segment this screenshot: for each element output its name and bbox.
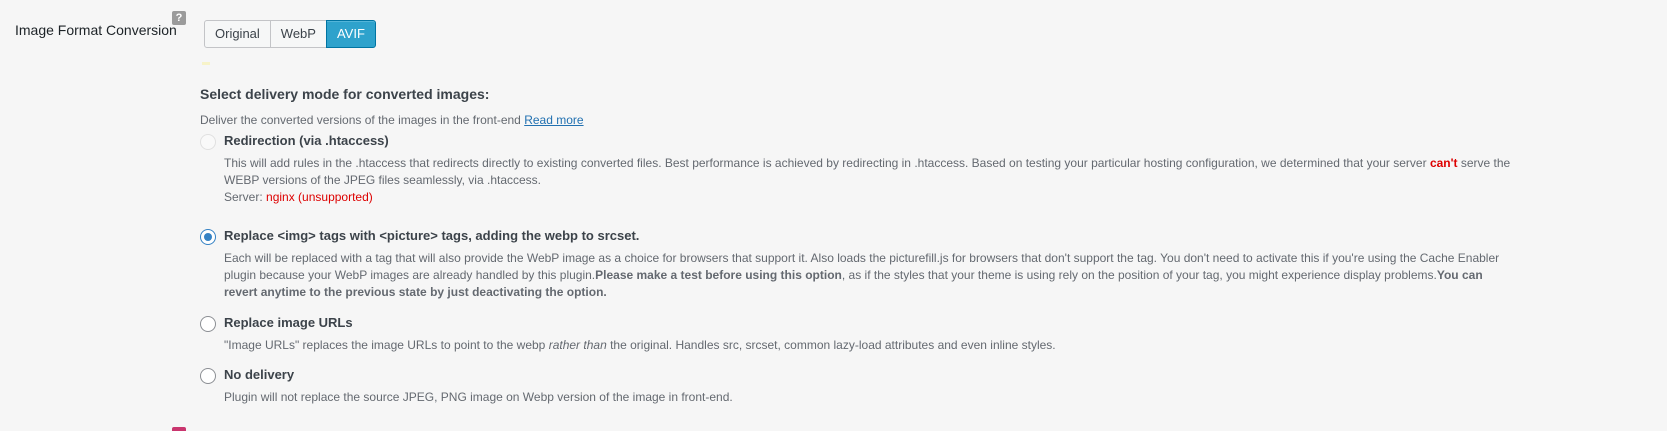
format-original-button[interactable]: Original bbox=[204, 20, 271, 48]
redirection-text-1: This will add rules in the .htaccess tha… bbox=[224, 156, 1427, 170]
format-avif-button[interactable]: AVIF bbox=[325, 20, 376, 48]
next-setting-badge bbox=[172, 427, 186, 431]
server-label: Server: bbox=[224, 190, 263, 204]
urls-text-1: "Image URLs" replaces the image URLs to … bbox=[224, 338, 546, 352]
delivery-heading: Select delivery mode for converted image… bbox=[200, 86, 490, 102]
picture-label[interactable]: Replace <img> tags with <picture> tags, … bbox=[224, 228, 639, 243]
redirection-label[interactable]: Redirection (via .htaccess) bbox=[224, 133, 389, 148]
delivery-description-text: Deliver the converted versions of the im… bbox=[200, 113, 521, 127]
help-icon[interactable]: ? bbox=[172, 11, 186, 25]
picture-text-2: , as if the styles that your theme is us… bbox=[841, 268, 1437, 282]
highlight-mark bbox=[202, 62, 210, 65]
picture-description: Each will be replaced with a tag that wi… bbox=[224, 250, 1517, 301]
urls-text-2: the original. Handles src, srcset, commo… bbox=[610, 338, 1056, 352]
urls-description: "Image URLs" replaces the image URLs to … bbox=[224, 337, 1517, 354]
picture-radio[interactable] bbox=[200, 229, 216, 245]
delivery-description: Deliver the converted versions of the im… bbox=[200, 113, 584, 127]
no-delivery-radio[interactable] bbox=[200, 368, 216, 384]
urls-label[interactable]: Replace image URLs bbox=[224, 315, 353, 330]
server-value: nginx (unsupported) bbox=[266, 190, 373, 204]
urls-radio[interactable] bbox=[200, 316, 216, 332]
format-webp-button[interactable]: WebP bbox=[269, 20, 327, 48]
settings-panel: Image Format Conversion ? Original WebP … bbox=[0, 0, 1667, 431]
no-delivery-label[interactable]: No delivery bbox=[224, 367, 294, 382]
no-delivery-description: Plugin will not replace the source JPEG,… bbox=[224, 390, 733, 404]
redirection-warning: can't bbox=[1429, 156, 1458, 170]
urls-text-italic: rather than bbox=[548, 338, 607, 352]
redirection-radio[interactable] bbox=[200, 134, 216, 150]
read-more-link[interactable]: Read more bbox=[524, 113, 583, 127]
setting-label: Image Format Conversion bbox=[15, 22, 177, 38]
picture-text-bold-1: Please make a test before using this opt… bbox=[595, 268, 842, 282]
format-button-group: Original WebP AVIF bbox=[204, 20, 376, 48]
redirection-description: This will add rules in the .htaccess tha… bbox=[224, 155, 1517, 206]
